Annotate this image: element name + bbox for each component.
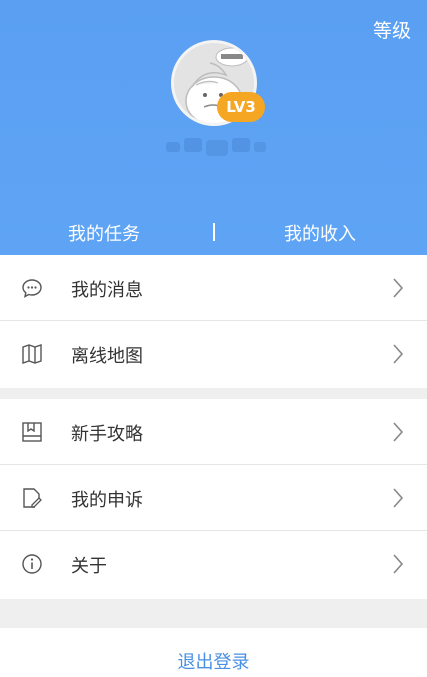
tab-my-income[interactable]: 我的收入: [284, 220, 356, 246]
blurred-username: [166, 138, 266, 156]
level-badge: LV3: [217, 92, 265, 122]
menu-item-offline-map[interactable]: 离线地图: [0, 321, 427, 387]
map-icon: [22, 344, 42, 364]
profile-header: 等级 LV3 我的任务 我的收入: [0, 0, 427, 255]
avatar[interactable]: LV3: [171, 40, 265, 126]
chevron-right-icon: [393, 554, 404, 574]
chevron-right-icon: [393, 488, 404, 508]
chevron-right-icon: [393, 422, 404, 442]
guide-icon: [22, 422, 42, 442]
tab-divider: [213, 223, 215, 241]
menu-item-label: 我的消息: [71, 280, 143, 301]
chevron-right-icon: [393, 344, 404, 364]
info-icon: [22, 554, 42, 574]
logout-bar: 退出登录: [0, 628, 427, 677]
menu-item-label: 我的申诉: [71, 490, 143, 511]
appeal-icon: [23, 488, 42, 508]
menu-item-label: 新手攻略: [71, 424, 143, 445]
menu-item-guide[interactable]: 新手攻略: [0, 399, 427, 465]
menu-group-2: 新手攻略 我的申诉 关于: [0, 399, 427, 599]
menu-group-1: 我的消息 离线地图: [0, 255, 427, 388]
chevron-right-icon: [393, 278, 404, 298]
message-icon: [22, 279, 42, 298]
level-link[interactable]: 等级: [373, 16, 411, 43]
menu-item-label: 离线地图: [71, 346, 143, 367]
menu-item-appeal[interactable]: 我的申诉: [0, 465, 427, 531]
tab-my-tasks[interactable]: 我的任务: [68, 220, 140, 246]
menu-item-label: 关于: [71, 556, 107, 577]
logout-button[interactable]: 退出登录: [178, 648, 250, 674]
tabs-row: 我的任务 我的收入: [0, 215, 427, 251]
menu-item-messages[interactable]: 我的消息: [0, 255, 427, 321]
menu-item-about[interactable]: 关于: [0, 531, 427, 597]
